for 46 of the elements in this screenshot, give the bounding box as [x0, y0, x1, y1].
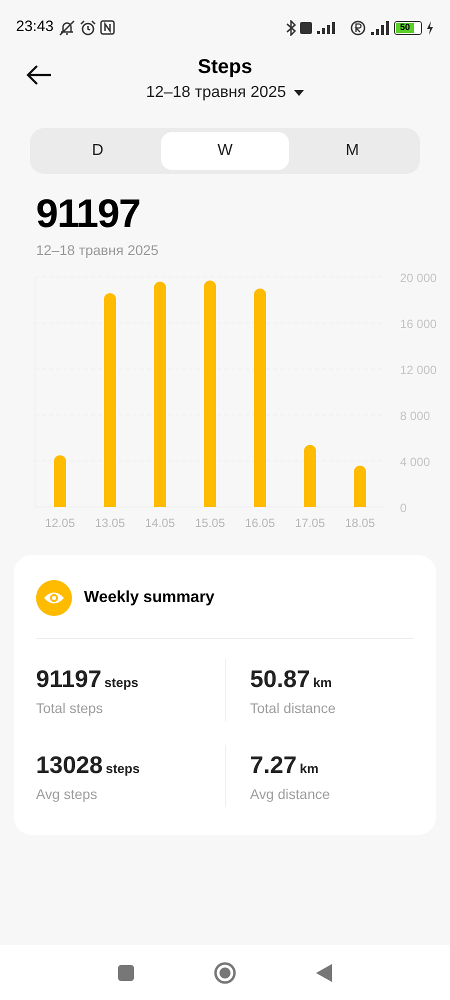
stat-unit: steps — [104, 674, 138, 690]
bar — [304, 444, 316, 507]
x-axis-label: 15.05 — [194, 516, 226, 530]
charging-icon — [426, 20, 434, 34]
stat-label: Total distance — [250, 698, 337, 718]
caret-icon — [294, 90, 304, 96]
period-tab[interactable]: M — [288, 132, 416, 170]
recents-button[interactable] — [118, 964, 134, 980]
summary-title: Weekly summary — [84, 588, 214, 608]
page-title: Steps — [198, 55, 252, 79]
stat-label: Total steps — [36, 698, 104, 718]
stat-value: 7.27 — [250, 752, 297, 778]
x-axis-label: 16.05 — [244, 516, 276, 530]
x-axis-label: 14.05 — [144, 516, 176, 530]
back-button[interactable] — [26, 63, 52, 87]
period-tab[interactable]: W — [161, 132, 289, 170]
bluetooth-icon — [286, 20, 296, 36]
stat-label: Avg distance — [250, 784, 331, 804]
period-label: 12–18 травня 2025 — [36, 241, 160, 260]
stat-value: 13028 — [36, 752, 103, 778]
muted-bell-icon — [58, 20, 76, 36]
roaming-icon — [350, 20, 366, 36]
stat-value: 91197 — [36, 666, 102, 692]
stat-value: 50.87 — [250, 666, 310, 692]
battery-level: 50 — [396, 22, 414, 32]
signal-icon — [370, 20, 390, 34]
eye-icon — [36, 580, 72, 616]
x-axis-label: 13.05 — [94, 516, 126, 530]
back-nav-button[interactable] — [316, 964, 332, 982]
clock-time: 23:43 — [16, 17, 54, 38]
period-tab[interactable]: D — [34, 132, 162, 170]
period-dropdown[interactable]: 12–18 травня 2025 — [146, 81, 304, 105]
bar — [54, 455, 66, 507]
alarm-clock-icon — [80, 20, 96, 36]
nfc-icon — [100, 20, 115, 35]
stat-label: Avg steps — [36, 784, 98, 804]
stat-unit: km — [313, 674, 332, 690]
back-arrow-icon — [26, 64, 52, 85]
stat-unit: km — [300, 760, 319, 776]
x-axis-label: 18.05 — [344, 516, 376, 530]
stat-unit: steps — [106, 760, 140, 776]
bar — [354, 466, 366, 507]
total-steps-value: 91197 — [36, 194, 142, 234]
home-button[interactable] — [214, 962, 236, 984]
x-axis-label: 17.05 — [294, 516, 326, 530]
x-axis-label: 12.05 — [44, 516, 76, 530]
